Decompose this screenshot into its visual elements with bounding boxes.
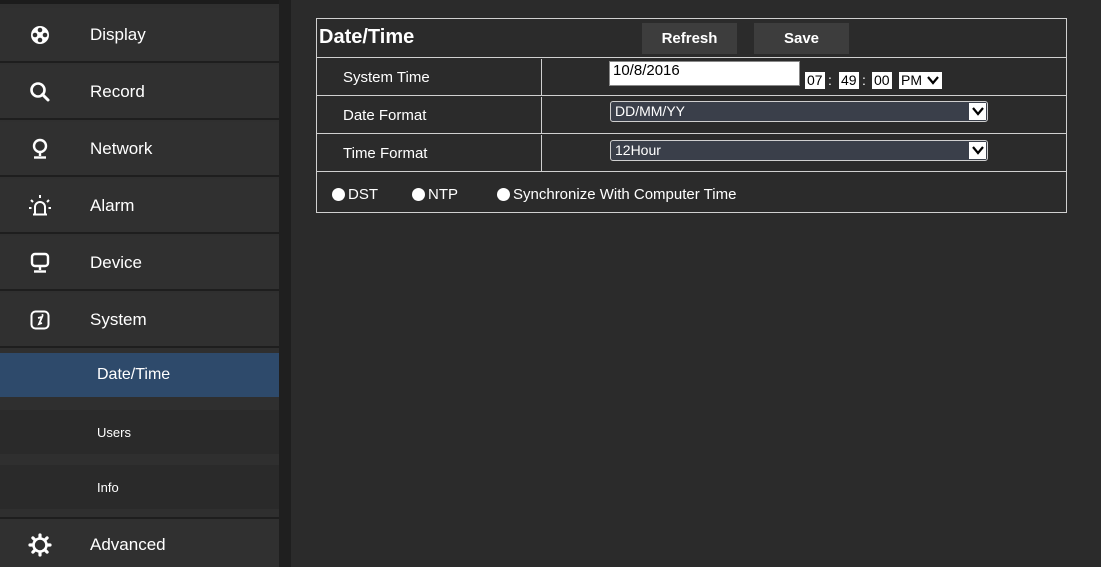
nav-item-alarm[interactable]: Alarm bbox=[0, 179, 279, 234]
nav-item-system[interactable]: System bbox=[0, 293, 279, 348]
time-separator: : bbox=[828, 72, 832, 88]
nav-label-advanced: Advanced bbox=[90, 534, 166, 554]
system-time-row: System Time 10/8/2016 07 : 49 : 00 PM bbox=[317, 59, 1066, 96]
sub-item-label: Users bbox=[97, 424, 131, 440]
system-time-label: System Time bbox=[317, 59, 542, 95]
nav-label-network: Network bbox=[90, 138, 153, 158]
radio-dot bbox=[332, 188, 345, 201]
date-format-row: Date Format DD/MM/YY bbox=[317, 97, 1066, 134]
nav-label-alarm: Alarm bbox=[90, 195, 135, 215]
gear-icon bbox=[28, 532, 52, 557]
film-reel-icon bbox=[28, 23, 52, 47]
second-field[interactable]: 00 bbox=[872, 72, 892, 89]
sync-computer-time-radio[interactable]: Synchronize With Computer Time bbox=[497, 186, 736, 203]
sub-item-label: Info bbox=[97, 479, 119, 495]
nav-item-network[interactable]: Network bbox=[0, 122, 279, 177]
sidebar: Display Record Network Alarm Device Syst… bbox=[0, 0, 279, 567]
search-icon bbox=[28, 80, 52, 104]
time-separator: : bbox=[862, 72, 866, 88]
time-format-select[interactable]: 12Hour bbox=[610, 140, 988, 161]
radio-dot bbox=[497, 188, 510, 201]
date-input[interactable]: 10/8/2016 bbox=[609, 61, 800, 86]
nav-label-display: Display bbox=[90, 24, 146, 44]
sub-item-info[interactable]: Info bbox=[0, 465, 279, 509]
system-time-value: 10/8/2016 07 : 49 : 00 PM bbox=[543, 59, 1066, 95]
time-format-selected: 12Hour bbox=[615, 142, 661, 158]
sidebar-divider bbox=[279, 0, 291, 567]
time-format-label: Time Format bbox=[317, 135, 542, 171]
refresh-button[interactable]: Refresh bbox=[642, 23, 737, 54]
chevron-down-icon bbox=[927, 76, 939, 85]
date-format-selected: DD/MM/YY bbox=[615, 103, 685, 119]
chevron-down-icon bbox=[969, 142, 986, 159]
sync-label: Synchronize With Computer Time bbox=[513, 186, 737, 203]
nav-label-record: Record bbox=[90, 81, 145, 101]
ampm-value: PM bbox=[901, 72, 922, 88]
hour-field[interactable]: 07 bbox=[805, 72, 825, 89]
save-button[interactable]: Save bbox=[754, 23, 849, 54]
page-title: Date/Time bbox=[319, 26, 415, 48]
ntp-radio[interactable]: NTP bbox=[412, 186, 458, 203]
minute-field[interactable]: 49 bbox=[839, 72, 859, 89]
date-format-label: Date Format bbox=[317, 97, 542, 133]
nav-item-advanced[interactable]: Advanced bbox=[0, 517, 279, 567]
nav-label-device: Device bbox=[90, 252, 142, 272]
time-format-value: 12Hour bbox=[543, 135, 1066, 171]
nav-item-record[interactable]: Record bbox=[0, 65, 279, 120]
time-options-row: DST NTP Synchronize With Computer Time bbox=[317, 175, 1066, 211]
nav-label-system: System bbox=[90, 309, 147, 329]
alarm-icon bbox=[28, 194, 52, 218]
nav-item-device[interactable]: Device bbox=[0, 236, 279, 291]
nav-item-display[interactable]: Display bbox=[0, 8, 279, 63]
network-icon bbox=[28, 137, 52, 161]
dst-radio[interactable]: DST bbox=[332, 186, 378, 203]
date-format-select[interactable]: DD/MM/YY bbox=[610, 101, 988, 122]
sub-item-label: Date/Time bbox=[97, 366, 171, 383]
panel-header: Date/Time Refresh Save bbox=[317, 19, 1066, 58]
ntp-label: NTP bbox=[428, 186, 458, 203]
monitor-icon bbox=[28, 251, 52, 275]
chevron-down-icon bbox=[969, 103, 986, 120]
date-time-panel: Date/Time Refresh Save System Time 10/8/… bbox=[316, 18, 1067, 213]
time-format-row: Time Format 12Hour bbox=[317, 135, 1066, 172]
dst-label: DST bbox=[348, 186, 378, 203]
ampm-select[interactable]: PM bbox=[899, 72, 942, 89]
radio-dot bbox=[412, 188, 425, 201]
system-info-icon bbox=[28, 308, 52, 332]
date-format-value: DD/MM/YY bbox=[543, 97, 1066, 133]
sub-item-date-time[interactable]: Date/Time bbox=[0, 353, 279, 397]
sub-item-users[interactable]: Users bbox=[0, 410, 279, 454]
